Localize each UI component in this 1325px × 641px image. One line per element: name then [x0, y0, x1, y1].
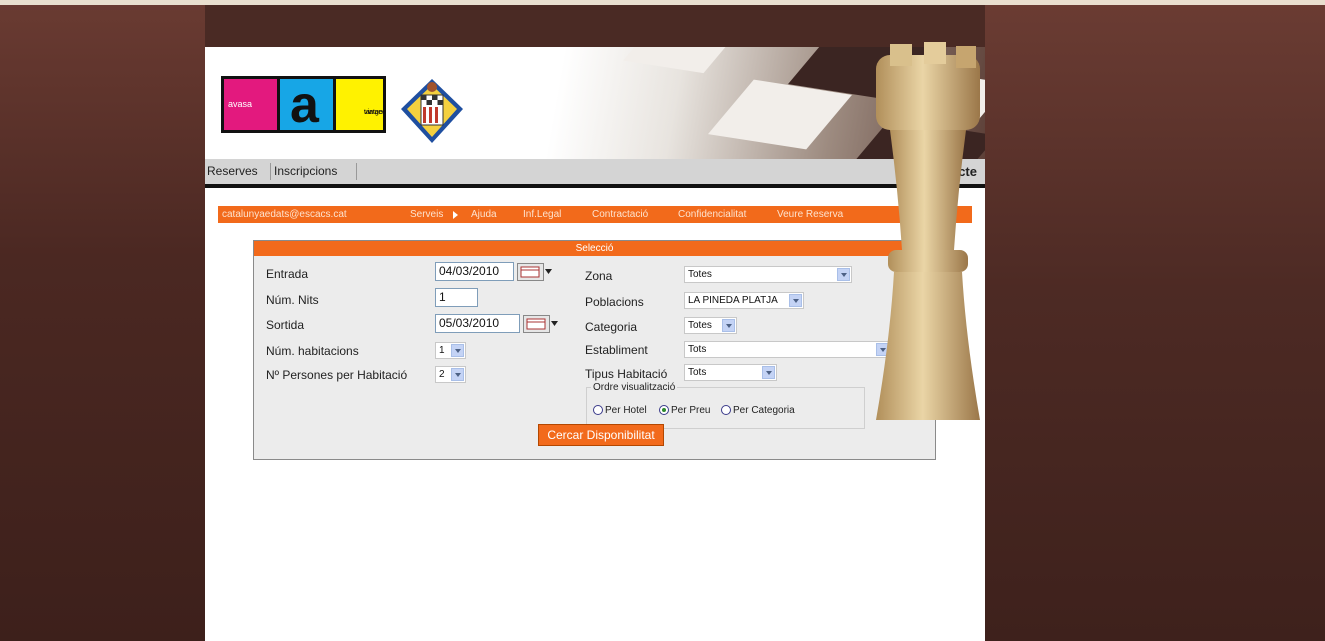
radio-per-preu[interactable] [659, 405, 669, 415]
categoria-select[interactable]: Totes [684, 317, 737, 334]
nav-inscripcions-link[interactable]: Inscripcions [274, 164, 337, 178]
entrada-date-input[interactable]: 04/03/2010 [435, 262, 514, 281]
orange-menu-bar: catalunyaedats@escacs.cat Serveis Ajuda … [218, 206, 972, 223]
chevron-down-icon [762, 366, 775, 379]
form-title: Selecció [254, 241, 935, 256]
zona-select[interactable]: Totes [684, 266, 852, 283]
top-strip [0, 0, 1325, 5]
chevron-down-icon [837, 268, 850, 281]
menu-veure-reserva-link[interactable]: Veure Reserva [777, 209, 843, 220]
poblacions-label: Poblacions [585, 295, 644, 309]
menu-inflegal-link[interactable]: Inf.Legal [523, 209, 561, 220]
calendar-icon[interactable] [523, 315, 559, 333]
radio-per-categoria[interactable] [721, 405, 731, 415]
selection-form: Selecció Entrada 04/03/2010 Núm. Nits 1 … [253, 240, 936, 460]
poblacions-select[interactable]: LA PINEDA PLATJA [684, 292, 804, 309]
nits-label: Núm. Nits [266, 293, 319, 307]
radio-per-hotel-label: Per Hotel [605, 405, 647, 416]
radio-per-preu-label: Per Preu [671, 405, 711, 416]
chess-federation-crest-icon [401, 79, 463, 143]
calendar-icon[interactable] [517, 263, 553, 281]
tipus-label: Tipus Habitació [585, 367, 668, 381]
menu-confidencialitat-link[interactable]: Confidencialitat [678, 209, 746, 220]
sortida-label: Sortida [266, 318, 305, 332]
persones-label: Nº Persones per Habitació [266, 368, 408, 382]
radio-per-categoria-label: Per Categoria [733, 405, 795, 416]
persones-select[interactable]: 2 [435, 366, 466, 383]
radio-per-hotel[interactable] [593, 405, 603, 415]
background-left [0, 0, 205, 641]
menu-arrow-icon [453, 211, 458, 219]
chevron-down-icon [451, 344, 464, 357]
menu-serveis-link[interactable]: Serveis [410, 209, 443, 220]
establiment-label: Establiment [585, 343, 648, 357]
order-legend: Ordre visualització [591, 382, 678, 393]
menu-ajuda-link[interactable]: Ajuda [471, 209, 497, 220]
nav-reserves-link[interactable]: Reserves [207, 164, 258, 178]
categoria-label: Categoria [585, 320, 638, 334]
habitacions-label: Núm. habitacions [266, 344, 359, 358]
background-right [985, 0, 1325, 641]
nav-separator [270, 163, 271, 180]
chevron-down-icon [722, 319, 735, 332]
sortida-date-input[interactable]: 05/03/2010 [435, 314, 520, 333]
nav-separator [356, 163, 357, 180]
chess-rook-image [876, 42, 980, 420]
entrada-label: Entrada [266, 267, 309, 281]
menu-contractacio-link[interactable]: Contractació [592, 209, 648, 220]
tipus-select[interactable]: Tots [684, 364, 777, 381]
zona-label: Zona [585, 269, 613, 283]
search-availability-button[interactable]: Cercar Disponibilitat [538, 424, 664, 446]
chevron-down-icon [789, 294, 802, 307]
nits-input[interactable]: 1 [435, 288, 478, 307]
menu-email-link[interactable]: catalunyaedats@escacs.cat [222, 209, 347, 220]
avasa-logo: avasa a viatges tarraco [221, 76, 386, 133]
habitacions-select[interactable]: 1 [435, 342, 466, 359]
chevron-down-icon [451, 368, 464, 381]
establiment-select[interactable]: Tots [684, 341, 891, 358]
